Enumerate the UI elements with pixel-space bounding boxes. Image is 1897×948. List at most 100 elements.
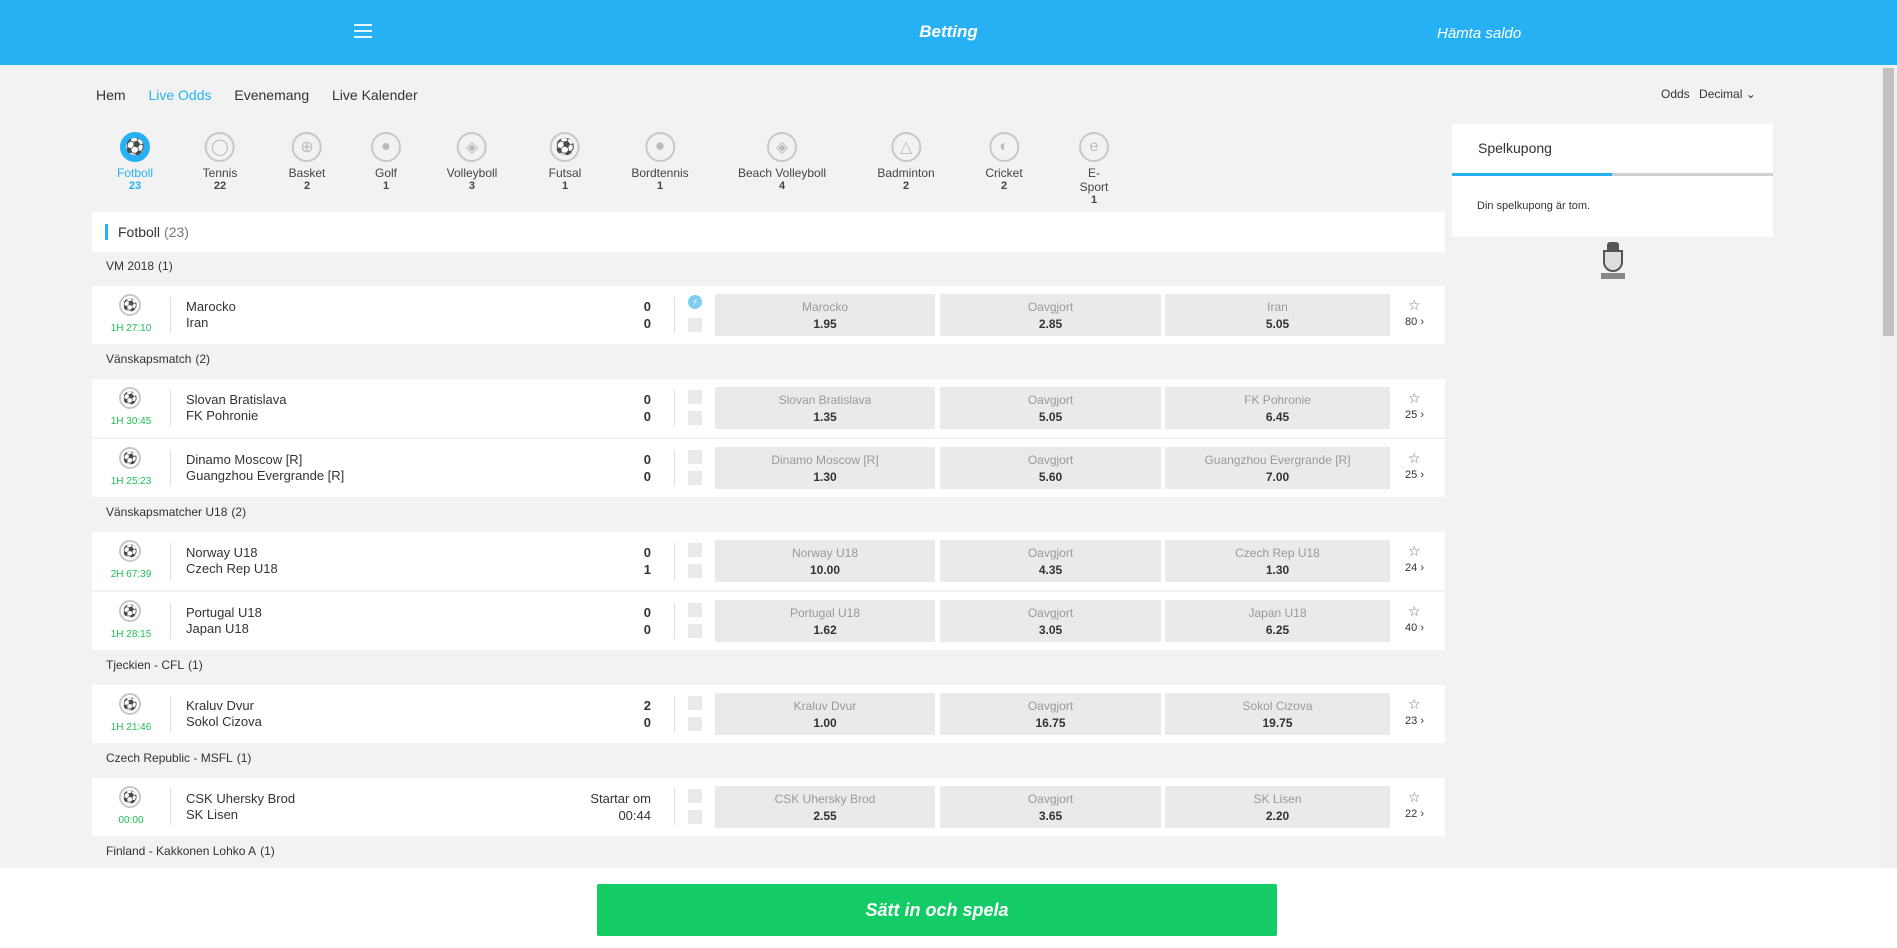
star-icon[interactable]: ☆ xyxy=(1408,450,1421,467)
odds-away-button[interactable]: Czech Rep U18 1.30 xyxy=(1165,540,1390,582)
stats-icon[interactable] xyxy=(688,471,702,485)
odds-home-button[interactable]: Norway U18 10.00 xyxy=(715,540,935,582)
odds-home-button[interactable]: Marocko 1.95 xyxy=(715,294,935,336)
live-stream-icon[interactable] xyxy=(688,696,702,710)
stats-icon[interactable] xyxy=(688,564,702,578)
more-markets-link[interactable]: 23 › xyxy=(1405,715,1424,727)
odds-draw-button[interactable]: Oavgjort 4.35 xyxy=(940,540,1161,582)
match-row[interactable]: ⚽ 1H 25:23 Dinamo Moscow [R] Guangzhou E… xyxy=(92,439,1445,497)
sport-count: 1 xyxy=(561,180,569,192)
stats-icon[interactable] xyxy=(688,624,702,638)
nav-item-home[interactable]: Hem xyxy=(96,87,126,103)
odds-format-select[interactable]: Odds Decimal ⌄ xyxy=(1661,87,1756,101)
odds-draw-button[interactable]: Oavgjort 2.85 xyxy=(940,294,1161,336)
betslip-panel: Spelkupong Din spelkupong är tom. xyxy=(1452,124,1773,237)
stats-icon[interactable] xyxy=(688,810,702,824)
odds-away-button[interactable]: Guangzhou Evergrande [R] 7.00 xyxy=(1165,447,1390,489)
league-header[interactable]: Tjeckien - CFL (1) xyxy=(106,658,203,672)
star-icon[interactable]: ☆ xyxy=(1408,696,1421,713)
sport-label: Bordtennis xyxy=(631,166,689,180)
away-team: Sokol Cizova xyxy=(186,714,262,729)
star-icon[interactable]: ☆ xyxy=(1408,789,1421,806)
stats-icon[interactable] xyxy=(688,717,702,731)
live-stream-icon[interactable] xyxy=(688,789,702,803)
football-icon: ⚽ xyxy=(119,294,141,316)
sport-golf[interactable]: ● Golf 1 xyxy=(371,132,401,193)
live-stream-icon[interactable] xyxy=(688,603,702,617)
sport-tennis[interactable]: ◯ Tennis 22 xyxy=(203,132,237,193)
league-header[interactable]: Vänskapsmatch (2) xyxy=(106,352,210,366)
live-stream-icon[interactable]: ⚡ xyxy=(688,295,702,309)
live-stream-icon[interactable] xyxy=(688,390,702,404)
star-icon[interactable]: ☆ xyxy=(1408,543,1421,560)
league-header[interactable]: Czech Republic - MSFL (1) xyxy=(106,751,251,765)
match-row[interactable]: ⚽ 00:00 CSK Uhersky Brod SK Lisen Starta… xyxy=(92,778,1445,836)
away-team: Guangzhou Evergrande [R] xyxy=(186,468,345,483)
sport-beach-volleyball[interactable]: ◈ Beach Volleyboll 4 xyxy=(738,132,826,193)
sport-count: 22 xyxy=(213,180,227,192)
odds-draw-button[interactable]: Oavgjort 16.75 xyxy=(940,693,1161,735)
sport-count: 2 xyxy=(303,180,311,192)
live-stream-icon[interactable] xyxy=(688,543,702,557)
odds-home-button[interactable]: Dinamo Moscow [R] 1.30 xyxy=(715,447,935,489)
more-markets-link[interactable]: 24 › xyxy=(1405,562,1424,574)
live-stream-icon[interactable] xyxy=(688,450,702,464)
deposit-and-play-button[interactable]: Sätt in och spela xyxy=(597,884,1277,936)
sport-football[interactable]: ⚽ Fotboll 23 xyxy=(117,132,153,193)
sport-table-tennis[interactable]: ⚫ Bordtennis 1 xyxy=(631,132,689,193)
odds-draw-button[interactable]: Oavgjort 3.65 xyxy=(940,786,1161,828)
match-row[interactable]: ⚽ 1H 30:45 Slovan Bratislava FK Pohronie… xyxy=(92,379,1445,437)
odds-draw-button[interactable]: Oavgjort 3.05 xyxy=(940,600,1161,642)
scrollbar-thumb[interactable] xyxy=(1883,68,1894,336)
section-header: Fotboll (23) xyxy=(92,212,1445,252)
crest-logo xyxy=(1601,242,1625,282)
odds-home-button[interactable]: Slovan Bratislava 1.35 xyxy=(715,387,935,429)
home-team: Marocko xyxy=(186,299,236,314)
match-row[interactable]: ⚽ 2H 67:39 Norway U18 Czech Rep U18 0 1 … xyxy=(92,532,1445,590)
match-row[interactable]: ⚽ 1H 27:10 Marocko Iran 0 0 ⚡ Marocko 1.9… xyxy=(92,286,1445,344)
sports-filter: ⚽ Fotboll 23 ◯ Tennis 22 ⊕ Basket 2 ● Go… xyxy=(96,132,1116,207)
league-header[interactable]: Finland - Kakkonen Lohko A (1) xyxy=(106,844,275,858)
sport-basket[interactable]: ⊕ Basket 2 xyxy=(289,132,325,193)
sport-label: Fotboll xyxy=(116,166,154,180)
stats-icon[interactable] xyxy=(688,318,702,332)
nav-item-live-odds[interactable]: Live Odds xyxy=(148,87,211,103)
sport-volleyball[interactable]: ◈ Volleyboll 3 xyxy=(447,132,497,193)
match-row[interactable]: ⚽ 1H 28:15 Portugal U18 Japan U18 0 0 Po… xyxy=(92,592,1445,650)
sport-cricket[interactable]: ◐ Cricket 2 xyxy=(985,132,1023,193)
tab-betslip[interactable]: Spelkupong xyxy=(1478,140,1552,156)
star-icon[interactable]: ☆ xyxy=(1408,603,1421,620)
odds-home-button[interactable]: Kraluv Dvur 1.00 xyxy=(715,693,935,735)
fetch-balance-link[interactable]: Hämta saldo xyxy=(1437,25,1521,42)
sport-futsal[interactable]: ⚽ Futsal 1 xyxy=(549,132,581,193)
star-icon[interactable]: ☆ xyxy=(1408,390,1421,407)
odds-away-button[interactable]: Iran 5.05 xyxy=(1165,294,1390,336)
chevron-right-icon: › xyxy=(1420,562,1424,574)
match-row[interactable]: ⚽ 1H 21:46 Kraluv Dvur Sokol Cizova 2 0 … xyxy=(92,685,1445,743)
odds-away-button[interactable]: SK Lisen 2.20 xyxy=(1165,786,1390,828)
sport-badminton[interactable]: △ Badminton 2 xyxy=(877,132,935,193)
more-markets-link[interactable]: 40 › xyxy=(1405,622,1424,634)
more-markets-link[interactable]: 22 › xyxy=(1405,808,1424,820)
sport-count: 1 xyxy=(656,180,664,192)
odds-draw-button[interactable]: Oavgjort 5.05 xyxy=(940,387,1161,429)
odds-draw-button[interactable]: Oavgjort 5.60 xyxy=(940,447,1161,489)
stats-icon[interactable] xyxy=(688,411,702,425)
odds-home-button[interactable]: CSK Uhersky Brod 2.55 xyxy=(715,786,935,828)
match-clock: 1H 28:15 xyxy=(110,629,152,640)
nav-item-live-calendar[interactable]: Live Kalender xyxy=(332,87,418,103)
football-icon: ⚽ xyxy=(119,387,141,409)
star-icon[interactable]: ☆ xyxy=(1408,297,1421,314)
odds-away-button[interactable]: FK Pohronie 6.45 xyxy=(1165,387,1390,429)
esport-icon: e xyxy=(1079,132,1109,162)
nav-item-events[interactable]: Evenemang xyxy=(234,87,309,103)
league-header[interactable]: Vänskapsmatcher U18 (2) xyxy=(106,505,246,519)
more-markets-link[interactable]: 25 › xyxy=(1405,409,1424,421)
sport-esport[interactable]: e E-Sport 1 xyxy=(1079,132,1109,207)
odds-away-button[interactable]: Sokol Cizova 19.75 xyxy=(1165,693,1390,735)
odds-home-button[interactable]: Portugal U18 1.62 xyxy=(715,600,935,642)
more-markets-link[interactable]: 25 › xyxy=(1405,469,1424,481)
league-header[interactable]: VM 2018 (1) xyxy=(106,259,173,273)
more-markets-link[interactable]: 80 › xyxy=(1405,316,1424,328)
odds-away-button[interactable]: Japan U18 6.25 xyxy=(1165,600,1390,642)
